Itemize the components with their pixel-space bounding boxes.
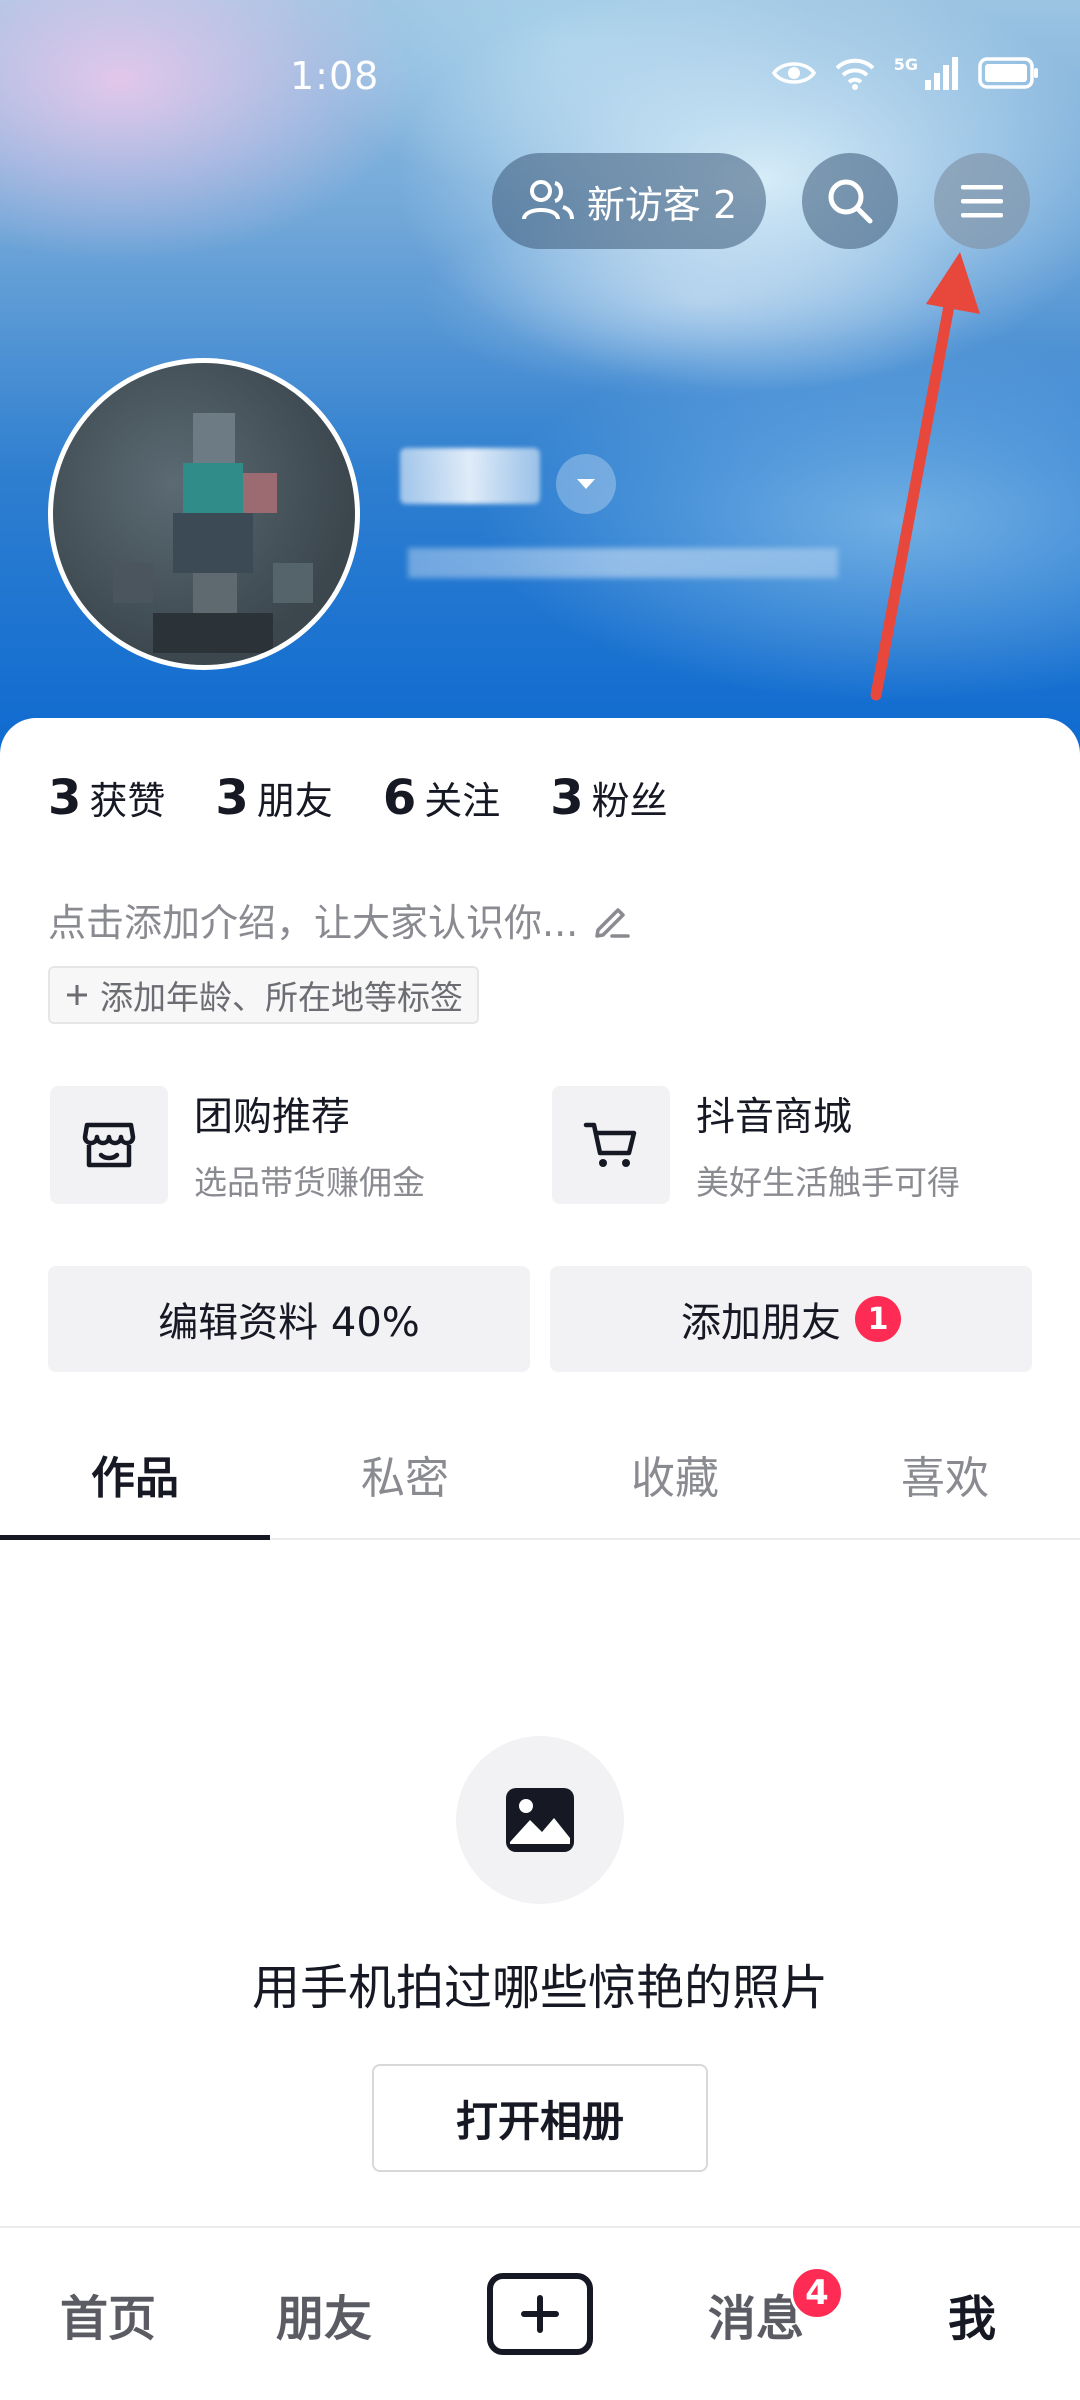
plus-icon	[521, 2295, 559, 2333]
plus-icon	[67, 985, 87, 1005]
add-friends-button[interactable]: 添加朋友 1	[550, 1266, 1032, 1372]
tab-works[interactable]: 作品	[0, 1410, 270, 1540]
nav-create[interactable]	[432, 2228, 648, 2400]
new-visitors-button[interactable]: 新访客 2	[492, 153, 766, 249]
notification-badge: 1	[855, 1296, 901, 1342]
bio-placeholder: 点击添加介绍，让大家认识你...	[48, 901, 579, 945]
stat-label: 粉丝	[591, 779, 668, 823]
edit-profile-label: 编辑资料 40%	[158, 1300, 420, 1346]
nav-home-label: 首页	[59, 2291, 156, 2347]
new-visitors-label: 新访客 2	[586, 182, 738, 227]
empty-state-message: 用手机拍过哪些惊艳的照片	[251, 1960, 828, 2016]
add-tags-chip[interactable]: 添加年龄、所在地等标签	[48, 966, 479, 1024]
hamburger-menu-icon	[961, 185, 1003, 218]
tab-likes[interactable]: 喜欢	[810, 1410, 1080, 1538]
edit-profile-button[interactable]: 编辑资料 40%	[48, 1266, 530, 1372]
annotation-arrow-icon	[870, 252, 980, 701]
stat-value: 6	[382, 770, 417, 826]
image-icon	[506, 1788, 574, 1852]
service-icon-box	[50, 1086, 168, 1204]
nav-me[interactable]: 我	[864, 2228, 1080, 2400]
stat-following[interactable]: 6 关注	[383, 770, 500, 826]
wifi-icon	[835, 58, 875, 90]
battery-icon	[978, 57, 1038, 89]
add-tags-label: 添加年龄、所在地等标签	[100, 978, 463, 1017]
content-tabs: 作品 私密 收藏 喜欢	[0, 1410, 1080, 1540]
messages-badge: 4	[790, 2266, 844, 2320]
empty-state-icon-circle	[456, 1736, 624, 1904]
shopping-cart-icon	[583, 1122, 637, 1167]
nav-messages[interactable]: 消息 4	[648, 2228, 864, 2400]
profile-stats: 3 获赞 3 朋友 6 关注 3 粉丝	[48, 770, 668, 826]
stat-followers[interactable]: 3 粉丝	[550, 770, 667, 826]
stat-label: 朋友	[256, 779, 333, 823]
service-icon-box	[552, 1086, 670, 1204]
service-douyin-mall[interactable]: 抖音商城 美好生活触手可得	[552, 1086, 960, 1204]
stat-value: 3	[215, 770, 249, 826]
user-id-redacted	[408, 548, 838, 578]
search-button[interactable]	[802, 153, 898, 249]
status-bar: 1:08 5G	[0, 0, 1080, 160]
stat-likes[interactable]: 3 获赞	[48, 770, 165, 826]
search-icon	[828, 179, 873, 224]
nav-home[interactable]: 首页	[0, 2228, 216, 2400]
people-icon	[521, 180, 574, 220]
service-title: 抖音商城	[696, 1095, 853, 1140]
caret-down-icon	[577, 479, 595, 489]
menu-button[interactable]	[934, 153, 1030, 249]
service-subtitle: 选品带货赚佣金	[194, 1163, 425, 1202]
tab-private[interactable]: 私密	[270, 1410, 540, 1538]
service-title: 团购推荐	[194, 1095, 351, 1140]
status-time: 1:08	[290, 54, 380, 98]
username-redacted	[400, 448, 540, 504]
network-type: 5G	[893, 54, 918, 74]
tab-favorites[interactable]: 收藏	[540, 1410, 810, 1538]
edit-pencil-icon	[595, 907, 630, 938]
service-subtitle: 美好生活触手可得	[696, 1163, 960, 1202]
stat-friends[interactable]: 3 朋友	[215, 770, 332, 826]
stat-value: 3	[48, 770, 82, 826]
nav-friends-label: 朋友	[275, 2291, 372, 2347]
open-album-button[interactable]: 打开相册	[372, 2064, 708, 2172]
bio-add-intro[interactable]: 点击添加介绍，让大家认识你...	[48, 892, 632, 947]
account-switch-button[interactable]	[556, 454, 616, 514]
stat-label: 获赞	[89, 779, 166, 823]
status-icons: 5G	[771, 54, 1040, 90]
eye-icon	[771, 62, 816, 84]
add-friends-label: 添加朋友	[681, 1300, 841, 1346]
cell-signal-icon	[925, 57, 958, 90]
nav-friends[interactable]: 朋友	[216, 2228, 432, 2400]
stat-label: 关注	[424, 779, 501, 823]
avatar[interactable]	[48, 358, 360, 670]
bottom-navigation: 首页 朋友 消息 4 我	[0, 2226, 1080, 2400]
service-group-buy[interactable]: 团购推荐 选品带货赚佣金	[50, 1086, 425, 1204]
create-button[interactable]	[487, 2273, 593, 2355]
stat-value: 3	[550, 770, 584, 826]
shop-basket-icon	[82, 1122, 136, 1168]
nav-me-label: 我	[947, 2291, 996, 2347]
